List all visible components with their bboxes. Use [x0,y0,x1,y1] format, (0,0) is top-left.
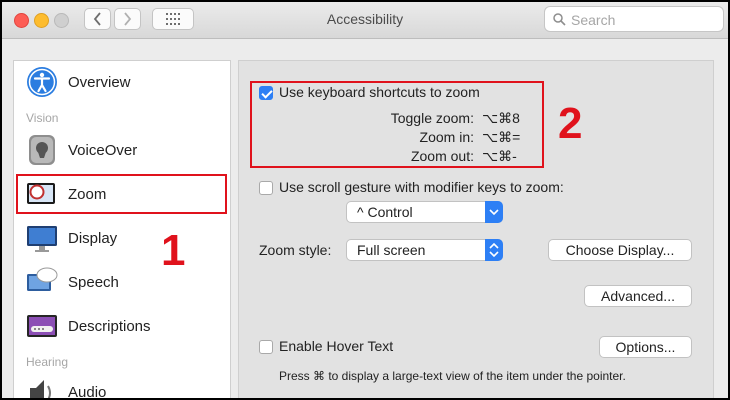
sidebar-item-label: Speech [68,274,119,291]
sidebar-category-vision: Vision [26,111,59,125]
speech-icon [27,267,58,291]
descriptions-icon [27,315,57,337]
scroll-gesture-label: Use scroll gesture with modifier keys to… [279,179,564,195]
choose-display-button[interactable]: Choose Display... [548,239,692,261]
sidebar-item-speech[interactable]: Speech [14,261,230,305]
sidebar-item-voiceover[interactable]: VoiceOver [14,129,230,173]
voiceover-icon [29,135,55,165]
updown-chevron-icon [489,242,499,258]
accessibility-icon [27,67,57,97]
sidebar-item-overview[interactable]: Overview [14,61,230,105]
zoom-style-popup[interactable]: Full screen [346,239,503,261]
sidebar-category-hearing: Hearing [26,355,69,369]
zoom-highlight-box [16,174,227,214]
options-button[interactable]: Options... [599,336,692,358]
sidebar-item-audio[interactable]: Audio [14,371,230,398]
toggle-zoom-label: Toggle zoom: [390,110,474,126]
popup-arrow [485,201,503,223]
scroll-gesture-checkbox[interactable] [259,181,273,195]
zoom-style-label: Zoom style: [259,242,332,258]
advanced-button[interactable]: Advanced... [584,285,692,307]
sidebar-item-display[interactable]: Display [14,217,230,261]
sidebar-item-label: Audio [68,384,107,398]
modifier-key-popup[interactable]: ^ Control [346,201,503,223]
hover-text-checkbox[interactable] [259,340,273,354]
toggle-zoom-keys: ⌥⌘8 [482,110,520,126]
zoom-out-keys: ⌥⌘- [482,148,517,164]
sidebar-item-label: VoiceOver [68,142,138,159]
search-placeholder: Search [571,12,616,28]
display-icon [27,226,57,252]
sidebar-item-label: Display [68,230,118,247]
sidebar-item-label: Descriptions [68,318,151,335]
zoom-in-keys: ⌥⌘= [482,129,521,145]
chevron-down-icon [489,209,499,216]
popup-arrow [485,239,503,261]
annotation-number-2: 2 [558,99,583,148]
zoom-out-label: Zoom out: [410,148,474,164]
modifier-key-value: ^ Control [357,204,413,220]
hover-text-hint: Press ⌘ to display a large-text view of … [279,369,626,383]
sidebar-item-label: Overview [68,74,131,91]
sidebar-item-descriptions[interactable]: Descriptions [14,305,230,349]
preferences-window: Accessibility Search Overview Vision Voi… [2,2,728,398]
title-bar: Accessibility Search [2,2,728,39]
zoom-style-value: Full screen [357,242,426,258]
hover-text-label: Enable Hover Text [279,338,394,354]
annotation-number-1: 1 [161,226,186,275]
keyboard-shortcuts-label: Use keyboard shortcuts to zoom [279,84,480,100]
sidebar: Overview Vision VoiceOver Zoom Display S… [13,60,231,398]
zoom-in-label: Zoom in: [419,129,474,145]
search-icon [553,13,566,26]
audio-icon [30,380,51,398]
keyboard-shortcuts-checkbox[interactable] [259,86,273,100]
search-field[interactable]: Search [544,6,724,32]
